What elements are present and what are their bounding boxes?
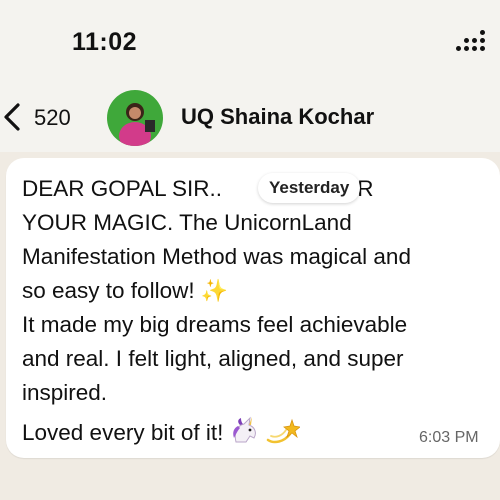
message-timestamp: 6:03 PM: [419, 429, 479, 446]
status-time: 11:02: [72, 28, 138, 56]
message-line-7: inspired.: [22, 380, 108, 405]
message-line-2: YOUR MAGIC. The UnicornLand: [22, 210, 352, 235]
chat-header: 520 UQ Shaina Kochar: [0, 82, 500, 152]
message-text: Loved every bit of it!: [22, 420, 224, 445]
contact-name[interactable]: UQ Shaina Kochar: [181, 104, 374, 130]
avatar[interactable]: [107, 90, 163, 146]
chat-background-strip: [0, 470, 500, 500]
unicorn-icon: [230, 416, 260, 444]
message-bubble[interactable]: [6, 158, 500, 458]
chevron-left-icon: [4, 103, 20, 131]
back-button[interactable]: 520: [0, 98, 90, 136]
unread-count: 520: [34, 105, 71, 130]
status-bar: 11:02: [0, 0, 500, 82]
signal-dots-icon: [456, 30, 492, 58]
dizzy-icon: [266, 416, 301, 446]
message-line-4: so easy to follow! ✨: [22, 278, 229, 304]
message-text: DEAR GOPAL SIR..: [22, 176, 223, 201]
message-line-8: Loved every bit of it!: [22, 416, 301, 446]
message-line-3: Manifestation Method was magical and: [22, 244, 411, 269]
message-text: so easy to follow!: [22, 278, 195, 303]
sparkles-icon: ✨: [200, 279, 229, 304]
date-pill: Yesterday: [258, 173, 361, 203]
message-line-5: It made my big dreams feel achievable: [22, 312, 408, 337]
message-line-6: and real. I felt light, aligned, and sup…: [22, 346, 404, 371]
